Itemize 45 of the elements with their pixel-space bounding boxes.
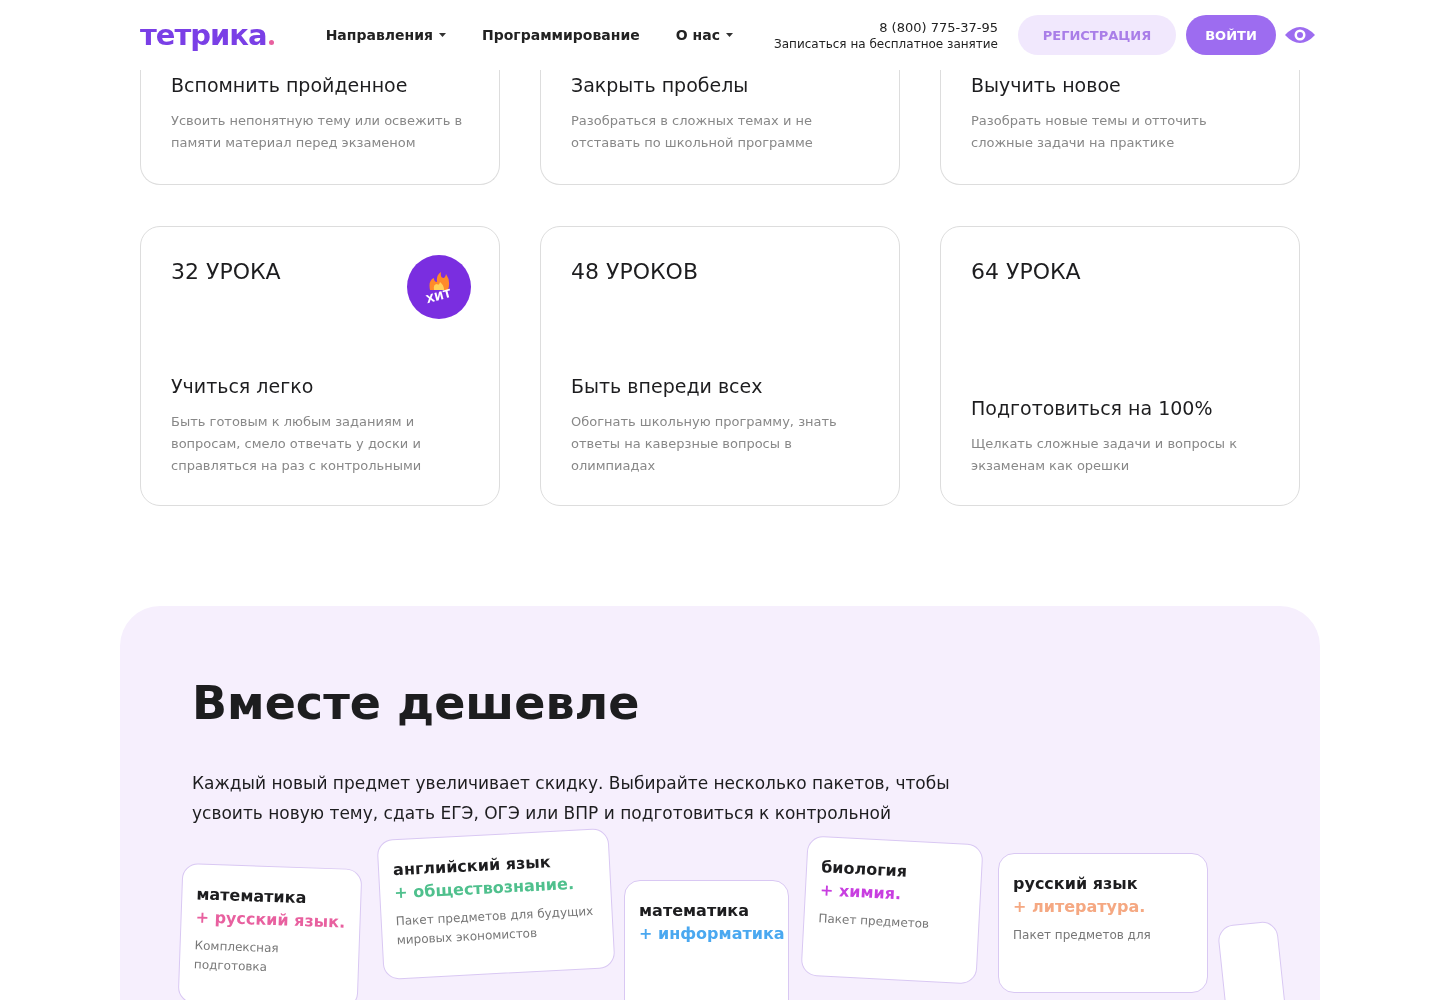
card-text: Щелкать сложные задачи и вопросы к экзаменам как орешки xyxy=(971,435,1239,475)
fire-icon xyxy=(428,271,450,290)
logo[interactable]: тетрика xyxy=(140,18,274,52)
lessons-count: 48 УРОКОВ xyxy=(571,259,698,284)
login-button[interactable]: ВОЙТИ xyxy=(1186,15,1276,55)
subject-name: биология xyxy=(820,857,908,881)
card-text: Разобраться в сложных темах и не отставать по школьной программе xyxy=(571,112,814,152)
subject-name: математика xyxy=(196,884,307,908)
card-title: Быть впереди всех xyxy=(571,375,764,397)
card-title: Закрыть пробелы xyxy=(571,74,750,96)
lessons-count: 32 УРОКА xyxy=(171,259,281,284)
bundle-text: Комплексная подготовка xyxy=(193,937,280,976)
card-text: Обогнать школьную программу, знать ответы на каверзные вопросы в олимпиадах xyxy=(571,413,838,475)
bundle-card[interactable]: английский язык + обществознание. Пакет предметов для будущих мировых экономистов xyxy=(376,828,616,980)
nav-link[interactable]: Программирование xyxy=(482,27,640,43)
card-text: Разобрать новые темы и отточить сложные задачи на практике xyxy=(971,112,1208,152)
bundle-card[interactable]: математика + русский язык. Комплексная подготовка xyxy=(177,862,363,1000)
nav-link[interactable]: О нас xyxy=(675,27,733,43)
extra-subject: + информатика xyxy=(639,924,785,943)
bundle-text: Пакет предметов для xyxy=(1013,927,1152,944)
hit-badge: ХИТ xyxy=(407,255,471,319)
card-title: Учиться легко xyxy=(171,375,315,397)
bundle-text: Пакет предметов xyxy=(817,910,931,933)
section-title: Вместе дешевле xyxy=(192,676,641,730)
phone-link[interactable]: 8 (800) 775-37-95 xyxy=(879,19,998,35)
lessons-count: 64 УРОКА xyxy=(971,259,1081,284)
subject-name: русский язык xyxy=(1013,874,1138,893)
section-text: Каждый новый предмет увеличивает скидку. Выбирайте несколько пакетов, чтобы усвоить новую тему, сдать ЕГЭ, ОГЭ или ВПР и подготовиться к контрольной xyxy=(192,772,951,825)
extra-subject: + химия. xyxy=(819,880,902,904)
bundle-card[interactable]: биология + химия. Пакет предметов xyxy=(800,835,984,985)
extra-subject: + русский язык. xyxy=(195,907,346,932)
bundle-card[interactable]: математика + информатика xyxy=(624,880,789,1000)
card-title: Подготовиться на 100% xyxy=(971,397,1214,419)
eye-icon[interactable] xyxy=(1284,25,1316,45)
extra-subject: + литература. xyxy=(1013,897,1146,916)
card-title: Выучить новое xyxy=(971,74,1122,96)
bundle-card[interactable]: русский язык + литература. Пакет предметов для xyxy=(998,853,1208,993)
subject-name: математика xyxy=(639,901,749,920)
card-title: Вспомнить пройденное xyxy=(171,74,409,96)
nav-link[interactable]: Направления xyxy=(325,27,446,43)
card-text: Усвоить непонятную тему или освежить в памяти материал перед экзаменом xyxy=(171,112,464,152)
subject-name: английский язык xyxy=(392,852,551,880)
trial-link[interactable]: Записаться на бесплатное занятие xyxy=(774,36,998,51)
bundle-text: Пакет предметов для будущих мировых экономистов xyxy=(395,902,595,950)
card-text: Быть готовым к любым заданиям и вопросам, смело отвечать у доски и справляться на раз с контрольными xyxy=(171,413,423,475)
